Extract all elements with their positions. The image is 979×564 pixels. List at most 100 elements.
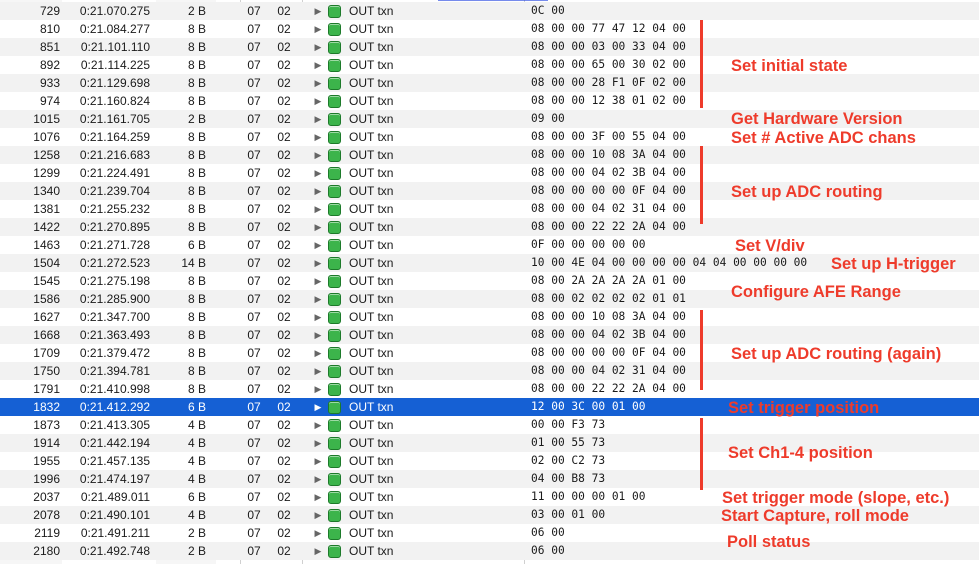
disclosure-triangle-icon[interactable]: ▶: [312, 182, 324, 200]
disclosure-triangle-icon[interactable]: ▶: [312, 308, 324, 326]
disclosure-triangle-icon[interactable]: ▶: [312, 74, 324, 92]
packet-row[interactable]: 1381 0:21.255.232 8 B 07 02 ▶ OUT txn 08 00 00 …: [0, 200, 979, 218]
packet-icon: [328, 77, 341, 90]
disclosure-triangle-icon[interactable]: ▶: [312, 542, 324, 560]
packet-device: 07: [247, 220, 261, 234]
disclosure-triangle-icon[interactable]: ▶: [312, 416, 324, 434]
packet-device: 07: [247, 544, 261, 558]
packet-row[interactable]: 1627 0:21.347.700 8 B 07 02 ▶ OUT txn 08 00 00 …: [0, 308, 979, 326]
packet-length: 8 B: [187, 166, 206, 180]
disclosure-triangle-icon[interactable]: ▶: [312, 200, 324, 218]
annotation-label: Set up H-trigger: [831, 255, 956, 273]
packet-icon: [328, 293, 341, 306]
disclosure-triangle-icon[interactable]: ▶: [312, 470, 324, 488]
packet-icon: [328, 203, 341, 216]
packet-icon: [328, 239, 341, 252]
disclosure-triangle-icon[interactable]: ▶: [312, 236, 324, 254]
packet-index: 1750: [33, 364, 60, 378]
packet-time: 0:21.161.705: [79, 112, 150, 126]
annotation-bracket: [700, 310, 703, 390]
packet-time: 0:21.224.491: [79, 166, 150, 180]
disclosure-triangle-icon[interactable]: ▶: [312, 488, 324, 506]
packet-icon: [328, 59, 341, 72]
packet-index: 1668: [33, 328, 60, 342]
disclosure-triangle-icon[interactable]: ▶: [312, 254, 324, 272]
disclosure-triangle-icon[interactable]: ▶: [312, 326, 324, 344]
disclosure-triangle-icon[interactable]: ▶: [312, 146, 324, 164]
packet-row[interactable]: 1873 0:21.413.305 4 B 07 02 ▶ OUT txn 00 00 F3 …: [0, 416, 979, 434]
disclosure-triangle-icon[interactable]: ▶: [312, 362, 324, 380]
packet-row[interactable]: 933 0:21.129.698 8 B 07 02 ▶ OUT txn 08 00 00 2…: [0, 74, 979, 92]
disclosure-triangle-icon[interactable]: ▶: [312, 110, 324, 128]
packet-description: OUT txn: [349, 202, 394, 216]
packet-row[interactable]: 1668 0:21.363.493 8 B 07 02 ▶ OUT txn 08 00 00 …: [0, 326, 979, 344]
packet-row[interactable]: 851 0:21.101.110 8 B 07 02 ▶ OUT txn 08 00 00 0…: [0, 38, 979, 56]
packet-data: 10 00 4E 04 00 00 00 00 04 04 00 00 00 0…: [531, 256, 808, 269]
packet-icon-glyph: [328, 185, 341, 198]
packet-row[interactable]: 1996 0:21.474.197 4 B 07 02 ▶ OUT txn 04 00 B8 …: [0, 470, 979, 488]
packet-time: 0:21.129.698: [79, 76, 150, 90]
packet-icon-glyph: [328, 419, 341, 432]
packet-row[interactable]: 974 0:21.160.824 8 B 07 02 ▶ OUT txn 08 00 00 1…: [0, 92, 979, 110]
packet-data: 08 00 00 28 F1 0F 02 00: [531, 76, 686, 89]
packet-row[interactable]: 1463 0:21.271.728 6 B 07 02 ▶ OUT txn 0F 00 00 …: [0, 236, 979, 254]
packet-endpoint: 02: [277, 436, 291, 450]
disclosure-triangle-icon[interactable]: ▶: [312, 398, 324, 416]
packet-data: 08 00 00 03 00 33 04 00: [531, 40, 686, 53]
packet-row[interactable]: 2180 0:21.492.748 2 B 07 02 ▶ OUT txn 06 00: [0, 542, 979, 560]
disclosure-triangle-icon[interactable]: ▶: [312, 56, 324, 74]
disclosure-triangle-icon[interactable]: ▶: [312, 218, 324, 236]
packet-row[interactable]: 1791 0:21.410.998 8 B 07 02 ▶ OUT txn 08 00 00 …: [0, 380, 979, 398]
packet-icon: [328, 365, 341, 378]
packet-icon-glyph: [328, 5, 341, 18]
disclosure-triangle-icon[interactable]: ▶: [312, 164, 324, 182]
packet-row[interactable]: 1750 0:21.394.781 8 B 07 02 ▶ OUT txn 08 00 00 …: [0, 362, 979, 380]
packet-icon: [328, 527, 341, 540]
disclosure-triangle-icon[interactable]: ▶: [312, 128, 324, 146]
header-edge: [438, 0, 548, 1]
packet-endpoint: 02: [277, 364, 291, 378]
packet-device: 07: [247, 202, 261, 216]
packet-index: 1463: [33, 238, 60, 252]
packet-device: 07: [247, 436, 261, 450]
disclosure-triangle-icon[interactable]: ▶: [312, 20, 324, 38]
packet-description: OUT txn: [349, 4, 394, 18]
packet-index: 1299: [33, 166, 60, 180]
annotation-bracket: [700, 146, 703, 224]
packet-endpoint: 02: [277, 220, 291, 234]
packet-row[interactable]: 1299 0:21.224.491 8 B 07 02 ▶ OUT txn 08 00 00 …: [0, 164, 979, 182]
packet-icon-glyph: [328, 275, 341, 288]
disclosure-triangle-icon[interactable]: ▶: [312, 452, 324, 470]
disclosure-triangle-icon[interactable]: ▶: [312, 272, 324, 290]
packet-time: 0:21.255.232: [79, 202, 150, 216]
packet-index: 2037: [33, 490, 60, 504]
packet-row[interactable]: 1258 0:21.216.683 8 B 07 02 ▶ OUT txn 08 00 00 …: [0, 146, 979, 164]
packet-time: 0:21.489.011: [80, 490, 150, 504]
packet-length: 8 B: [187, 292, 206, 306]
packet-row[interactable]: 729 0:21.070.275 2 B 07 02 ▶ OUT txn 0C 00: [0, 2, 979, 20]
packet-icon-glyph: [328, 59, 341, 72]
packet-data: 0C 00: [531, 4, 565, 17]
disclosure-triangle-icon[interactable]: ▶: [312, 380, 324, 398]
packet-endpoint: 02: [277, 418, 291, 432]
packet-index: 1914: [33, 436, 60, 450]
packet-index: 1791: [33, 382, 60, 396]
packet-icon-glyph: [328, 293, 341, 306]
disclosure-triangle-icon[interactable]: ▶: [312, 2, 324, 20]
packet-length: 14 B: [181, 256, 206, 270]
packet-length: 2 B: [187, 526, 206, 540]
disclosure-triangle-icon[interactable]: ▶: [312, 506, 324, 524]
packet-length: 8 B: [187, 274, 206, 288]
disclosure-triangle-icon[interactable]: ▶: [312, 92, 324, 110]
disclosure-triangle-icon[interactable]: ▶: [312, 38, 324, 56]
packet-device: 07: [247, 382, 261, 396]
packet-row[interactable]: 2119 0:21.491.211 2 B 07 02 ▶ OUT txn 06 00: [0, 524, 979, 542]
packet-row[interactable]: 810 0:21.084.277 8 B 07 02 ▶ OUT txn 08 00 00 7…: [0, 20, 979, 38]
packet-endpoint: 02: [277, 112, 291, 126]
packet-length: 8 B: [187, 76, 206, 90]
disclosure-triangle-icon[interactable]: ▶: [312, 434, 324, 452]
disclosure-triangle-icon[interactable]: ▶: [312, 524, 324, 542]
disclosure-triangle-icon[interactable]: ▶: [312, 344, 324, 362]
disclosure-triangle-icon[interactable]: ▶: [312, 290, 324, 308]
packet-row[interactable]: 1422 0:21.270.895 8 B 07 02 ▶ OUT txn 08 00 00 …: [0, 218, 979, 236]
